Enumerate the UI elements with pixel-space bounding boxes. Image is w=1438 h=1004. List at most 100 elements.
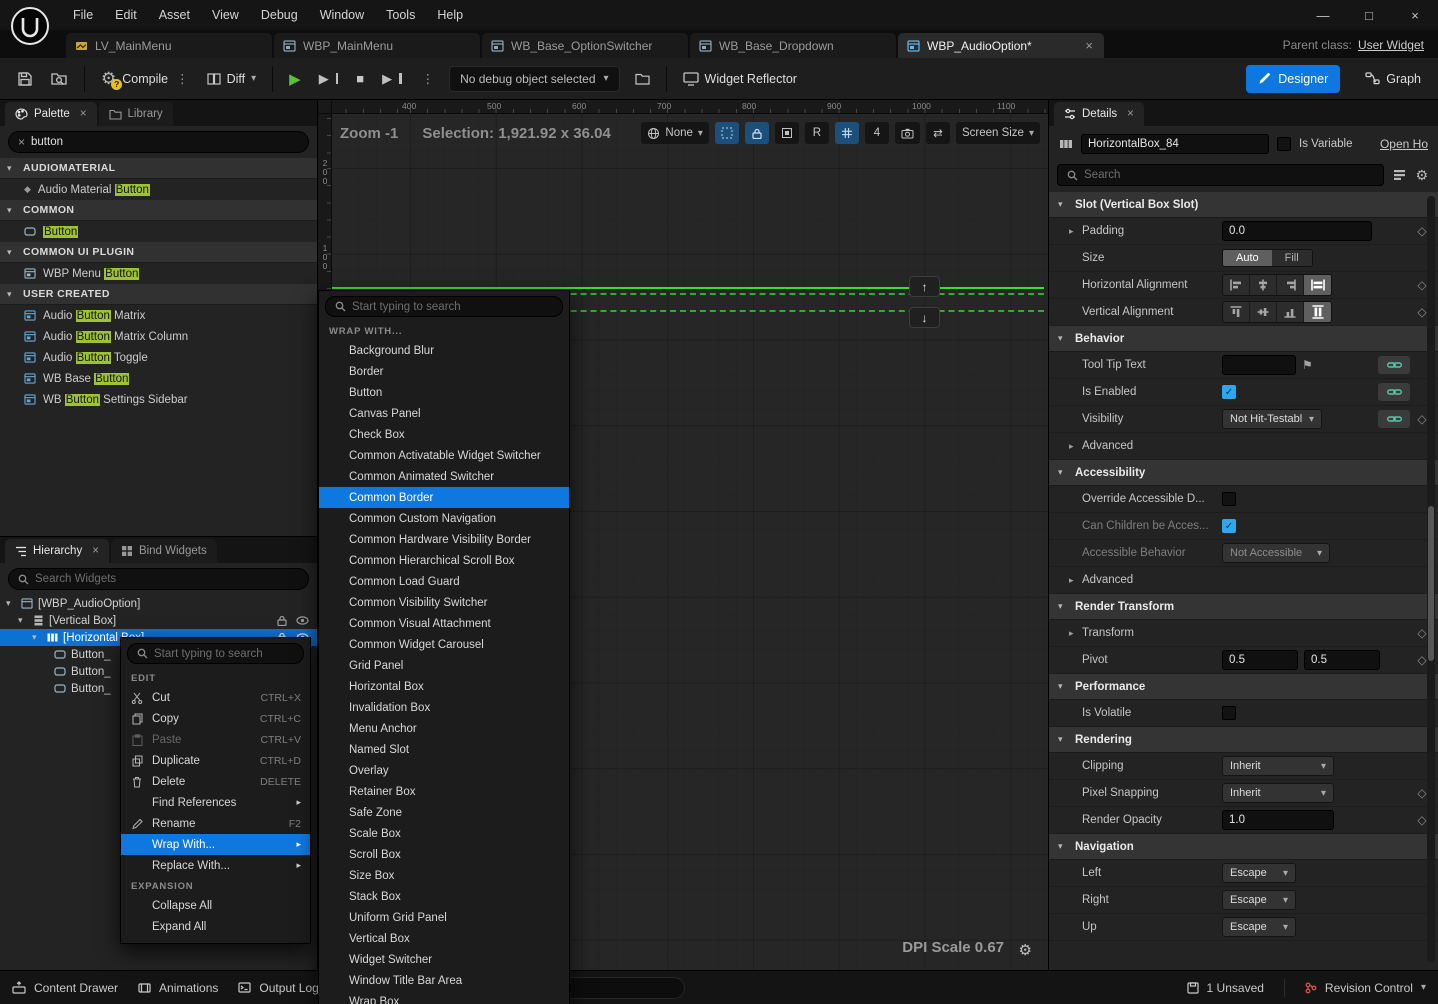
dpi-settings-icon[interactable]: ⚙ xyxy=(1019,941,1032,959)
expand-row-icon[interactable]: ▸ xyxy=(1069,575,1082,586)
expand-row-icon[interactable]: ▸ xyxy=(1069,441,1082,452)
context-menu-expand-all[interactable]: Expand All xyxy=(121,916,310,937)
respect-locks-button[interactable]: R xyxy=(804,122,829,144)
maximize-button[interactable]: □ xyxy=(1346,0,1392,30)
wrap-option[interactable]: Widget Switcher xyxy=(319,949,569,970)
bind-visibility-button[interactable] xyxy=(1378,410,1410,428)
render-opacity-input[interactable] xyxy=(1222,810,1334,830)
grid-snap-button[interactable] xyxy=(834,122,859,144)
context-menu-copy[interactable]: Copy CTRL+C xyxy=(121,708,310,729)
bind-tooltip-button[interactable] xyxy=(1378,356,1410,374)
menu-asset[interactable]: Asset xyxy=(148,0,201,30)
context-menu-rename[interactable]: Rename F2 xyxy=(121,813,310,834)
wrap-option[interactable]: Common Widget Carousel xyxy=(319,634,569,655)
wrap-option[interactable]: Safe Zone xyxy=(319,802,569,823)
asset-tab-wbp-audiooption[interactable]: WBP_AudioOption* × xyxy=(898,33,1104,58)
close-tab-icon[interactable]: × xyxy=(1083,38,1095,53)
size-auto-button[interactable]: Auto xyxy=(1223,250,1272,266)
palette-section-common-ui-plugin[interactable]: ▾ COMMON UI PLUGIN xyxy=(0,242,317,263)
chevron-down-icon[interactable]: ▾ xyxy=(18,615,28,626)
screen-size-dropdown[interactable]: Screen Size ▾ xyxy=(955,122,1040,144)
wrap-option[interactable]: Menu Anchor xyxy=(319,718,569,739)
wrap-option[interactable]: Invalidation Box xyxy=(319,697,569,718)
graph-mode-button[interactable]: Graph xyxy=(1358,64,1428,94)
play-options-button[interactable]: ⋮ xyxy=(413,64,442,94)
diff-button[interactable]: Diff ▾ xyxy=(200,64,264,94)
save-button[interactable] xyxy=(10,64,40,94)
eye-icon[interactable] xyxy=(296,616,309,625)
flip-preview-button[interactable]: ⇄ xyxy=(925,122,950,144)
compile-button[interactable]: ⚙? Compile ⋮ xyxy=(94,64,196,94)
context-menu-wrap-with[interactable]: Wrap With... ▸ xyxy=(121,834,310,855)
padding-input[interactable] xyxy=(1222,221,1372,241)
tab-palette[interactable]: Palette × xyxy=(5,102,97,126)
widget-name-input[interactable] xyxy=(1081,134,1269,154)
grid-snap-size-button[interactable]: 4 xyxy=(864,122,889,144)
designer-mode-button[interactable]: Designer xyxy=(1246,64,1341,93)
wrap-option[interactable]: Scroll Box xyxy=(319,844,569,865)
can-children-checkbox[interactable]: ✓ xyxy=(1222,519,1236,533)
close-panel-icon[interactable]: × xyxy=(1127,108,1134,120)
display-filter-icon[interactable] xyxy=(1393,169,1406,181)
wrap-option[interactable]: Window Title Bar Area xyxy=(319,970,569,991)
lock-widget-button[interactable] xyxy=(744,122,769,144)
halign-center-button[interactable] xyxy=(1250,275,1277,295)
screenshot-button[interactable] xyxy=(894,122,920,144)
wrap-option[interactable]: Size Box xyxy=(319,865,569,886)
wrap-option[interactable]: Scale Box xyxy=(319,823,569,844)
details-scrollbar-thumb[interactable] xyxy=(1428,506,1434,661)
chevron-down-icon[interactable]: ▾ xyxy=(6,598,16,609)
section-performance[interactable]: ▾ Performance xyxy=(1049,674,1438,700)
context-menu-paste[interactable]: Paste CTRL+V xyxy=(121,729,310,750)
browse-debug-object-button[interactable] xyxy=(628,64,657,94)
wrap-option[interactable]: Common Hierarchical Scroll Box xyxy=(319,550,569,571)
chevron-down-icon[interactable]: ▾ xyxy=(32,632,42,643)
row-accessibility-advanced[interactable]: ▸ Advanced xyxy=(1049,567,1438,594)
menu-window[interactable]: Window xyxy=(309,0,375,30)
wrap-option[interactable]: Common Hardware Visibility Border xyxy=(319,529,569,550)
wrap-option[interactable]: Common Visibility Switcher xyxy=(319,592,569,613)
marquee-select-button[interactable] xyxy=(714,122,739,144)
wrap-option[interactable]: Wrap Box xyxy=(319,991,569,1004)
asset-tab-wb-base-optionswitcher[interactable]: WB_Base_OptionSwitcher xyxy=(482,33,688,58)
nav-left-dropdown[interactable]: Escape ▾ xyxy=(1222,863,1296,883)
lock-icon[interactable] xyxy=(277,615,287,626)
menu-view[interactable]: View xyxy=(201,0,250,30)
widget-reflector-button[interactable]: Widget Reflector xyxy=(676,64,804,94)
section-accessibility[interactable]: ▾ Accessibility xyxy=(1049,460,1438,486)
close-panel-icon[interactable]: × xyxy=(92,545,99,557)
palette-item-audio-material-button[interactable]: ◆ Audio Material Button xyxy=(0,179,317,200)
wrap-option[interactable]: Background Blur xyxy=(319,340,569,361)
unsaved-assets-button[interactable]: 1 Unsaved xyxy=(1186,981,1264,995)
expand-row-icon[interactable]: ▸ xyxy=(1069,628,1082,639)
move-widget-down-button[interactable]: ↓ xyxy=(909,307,940,328)
hierarchy-search-input[interactable] xyxy=(35,573,299,585)
parent-class-link[interactable]: User Widget xyxy=(1358,38,1424,52)
valign-bottom-button[interactable] xyxy=(1277,302,1304,322)
details-scrollbar-track[interactable] xyxy=(1427,196,1435,962)
is-volatile-checkbox[interactable] xyxy=(1222,706,1236,720)
tab-library[interactable]: Library xyxy=(98,102,173,126)
tab-details[interactable]: Details × xyxy=(1054,102,1144,126)
menu-help[interactable]: Help xyxy=(426,0,474,30)
palette-item-wbp-menu-button[interactable]: WBP Menu Button xyxy=(0,263,317,284)
valign-top-button[interactable] xyxy=(1223,302,1250,322)
section-render-transform[interactable]: ▾ Render Transform xyxy=(1049,594,1438,620)
wrap-option[interactable]: Common Activatable Widget Switcher xyxy=(319,445,569,466)
compile-options-icon[interactable]: ⋮ xyxy=(176,71,189,86)
tab-hierarchy[interactable]: Hierarchy × xyxy=(5,539,109,563)
palette-search-input[interactable] xyxy=(31,136,299,148)
is-enabled-checkbox[interactable]: ✓ xyxy=(1222,385,1236,399)
tooltip-input[interactable] xyxy=(1222,355,1296,375)
wrap-option[interactable]: Vertical Box xyxy=(319,928,569,949)
palette-item-wb-button-settings-sidebar[interactable]: WB Button Settings Sidebar xyxy=(0,389,317,410)
halign-right-button[interactable] xyxy=(1277,275,1304,295)
expand-row-icon[interactable]: ▸ xyxy=(1069,226,1082,237)
context-menu-search-input[interactable] xyxy=(154,647,294,660)
palette-item-wb-base-button[interactable]: WB Base Button xyxy=(0,368,317,389)
palette-section-common[interactable]: ▾ COMMON xyxy=(0,200,317,221)
wrap-option[interactable]: Named Slot xyxy=(319,739,569,760)
valign-fill-button[interactable] xyxy=(1304,302,1331,322)
details-search-input[interactable] xyxy=(1084,169,1375,181)
output-log-button[interactable]: Output Log xyxy=(238,981,319,995)
